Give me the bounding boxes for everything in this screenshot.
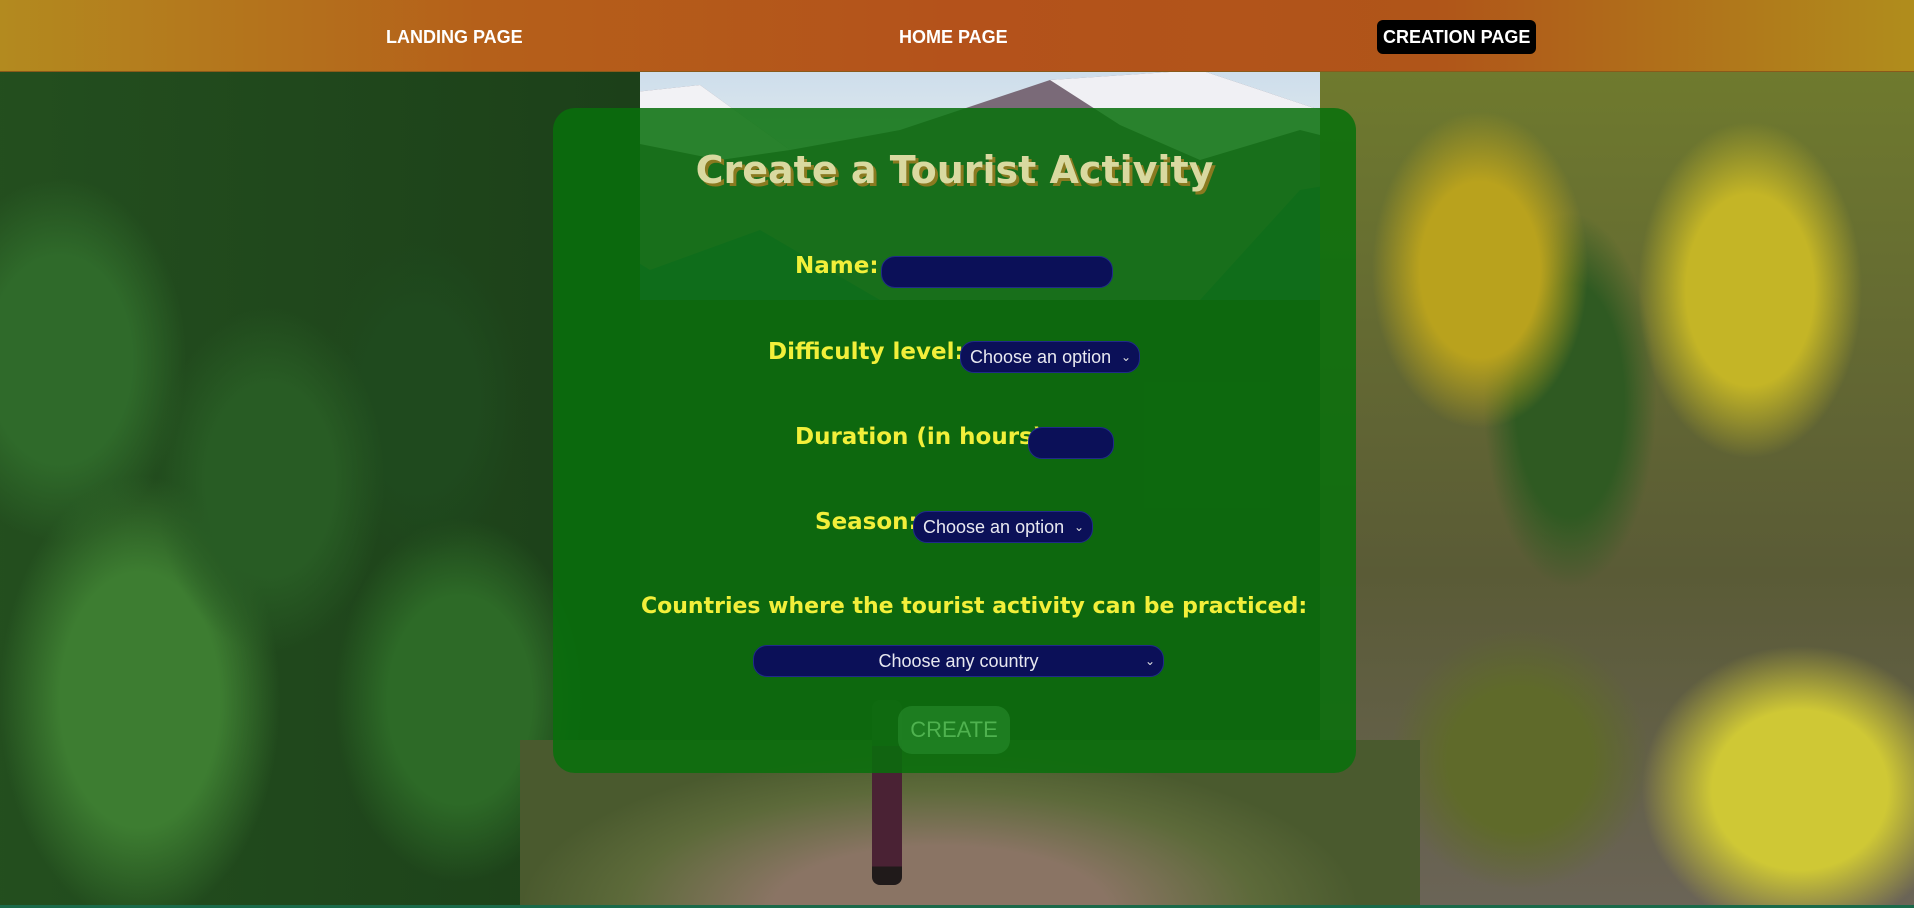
difficulty-select[interactable]: Choose an option ⌄ [960, 341, 1140, 373]
name-label: Name: [795, 253, 879, 279]
form-title: Create a Tourist Activity [695, 148, 1214, 192]
nav-creation-page[interactable]: CREATION PAGE [1377, 20, 1537, 54]
chevron-down-icon: ⌄ [1144, 654, 1155, 668]
nav-home-page[interactable]: HOME PAGE [893, 20, 1014, 54]
season-select[interactable]: Choose an option ⌄ [913, 511, 1093, 543]
duration-label: Duration (in hours): [795, 424, 1053, 450]
create-button[interactable]: CREATE [898, 706, 1010, 754]
top-navbar: LANDING PAGE HOME PAGE CREATION PAGE [0, 0, 1914, 72]
chevron-down-icon: ⌄ [1120, 350, 1131, 364]
activity-form-card: Create a Tourist Activity Name: Difficul… [553, 108, 1356, 773]
difficulty-label: Difficulty level: [768, 339, 964, 365]
countries-select-value: Choose any country [878, 651, 1039, 671]
nav-landing-page[interactable]: LANDING PAGE [380, 20, 529, 54]
difficulty-select-value: Choose an option [970, 347, 1112, 367]
season-select-value: Choose an option [923, 517, 1065, 537]
name-input[interactable] [881, 256, 1113, 288]
season-label: Season: [815, 509, 918, 535]
duration-input[interactable] [1028, 427, 1114, 459]
chevron-down-icon: ⌄ [1073, 520, 1084, 534]
countries-label: Countries where the tourist activity can… [641, 594, 1308, 619]
countries-select[interactable]: Choose any country ⌄ [753, 645, 1164, 677]
